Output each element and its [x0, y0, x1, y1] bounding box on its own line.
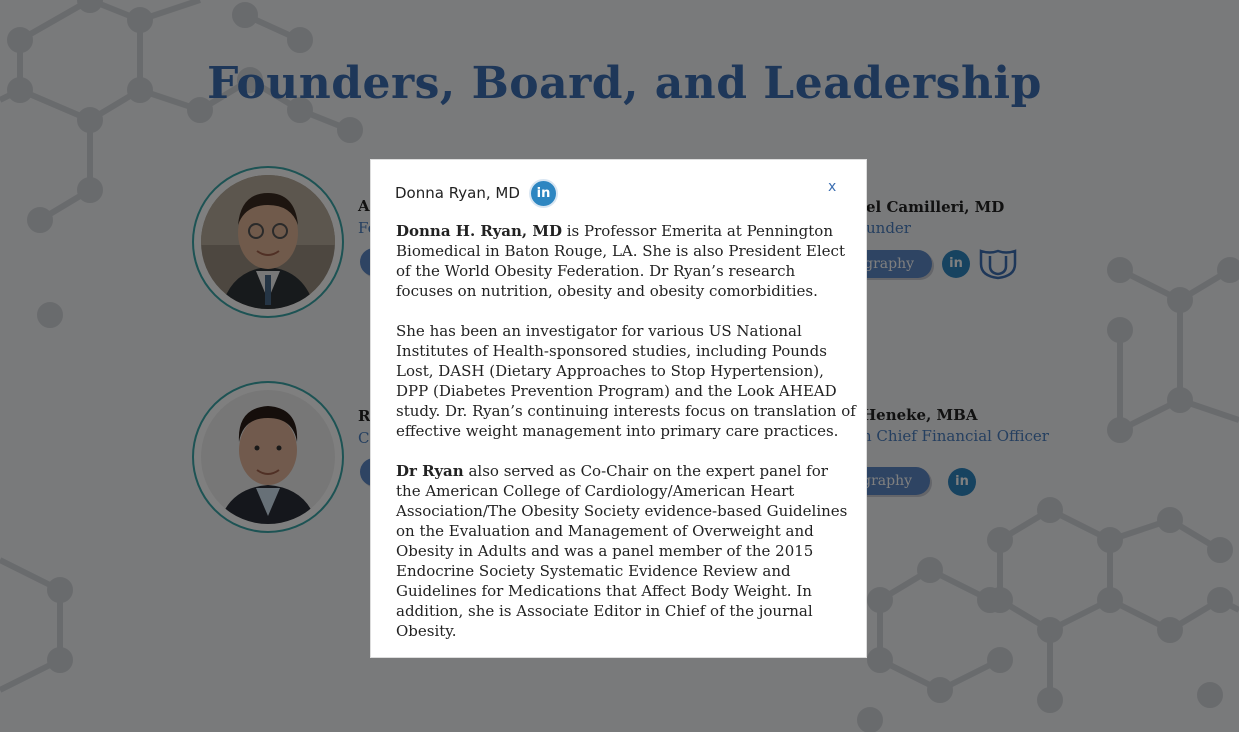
bio-lead: Dr Ryan: [396, 462, 464, 480]
bio-text: also served as Co-Chair on the expert pa…: [396, 462, 848, 640]
bio-text: She has been an investigator for various…: [396, 322, 856, 440]
modal-body: Donna H. Ryan, MD is Professor Emerita a…: [396, 221, 856, 661]
bio-paragraph: Dr Ryan also served as Co-Chair on the e…: [396, 461, 856, 641]
bio-paragraph: Donna H. Ryan, MD is Professor Emerita a…: [396, 221, 856, 301]
modal-title: Donna Ryan, MD: [395, 184, 520, 202]
bio-lead: Donna H. Ryan, MD: [396, 222, 562, 240]
linkedin-icon[interactable]: in: [529, 179, 558, 208]
biography-modal: Donna Ryan, MD in x Donna H. Ryan, MD is…: [370, 159, 867, 658]
close-button[interactable]: x: [828, 179, 836, 195]
bio-paragraph: She has been an investigator for various…: [396, 321, 856, 441]
